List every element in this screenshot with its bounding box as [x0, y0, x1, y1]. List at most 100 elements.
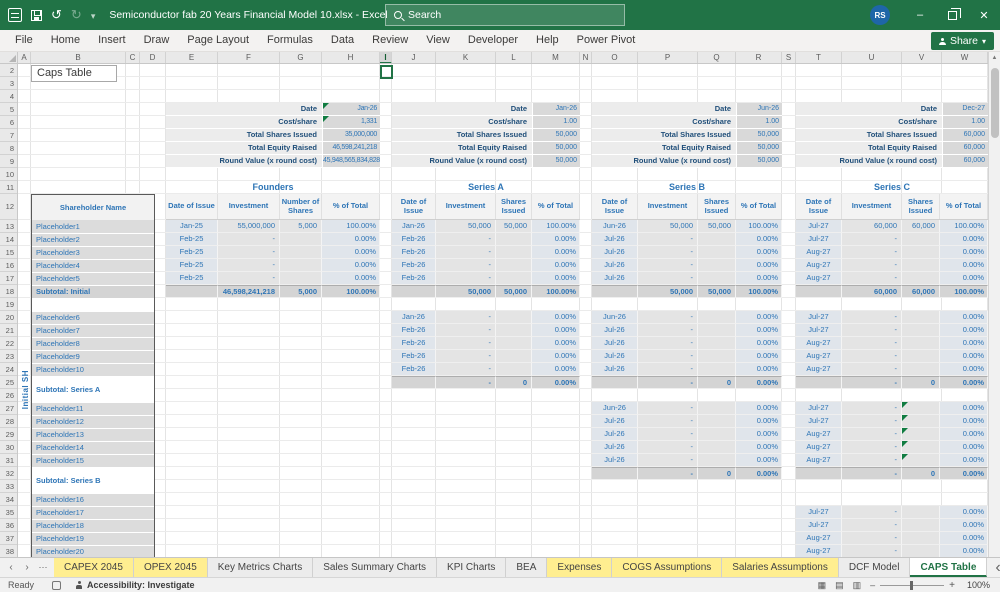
cell[interactable]: [698, 441, 736, 454]
cell[interactable]: 100.00%: [940, 220, 988, 233]
sheet-tab-key-metrics-charts[interactable]: Key Metrics Charts: [207, 558, 314, 577]
cell[interactable]: [280, 246, 322, 259]
cell[interactable]: [496, 324, 532, 337]
redo-icon[interactable]: [71, 6, 82, 24]
cell[interactable]: 0.00%: [532, 259, 580, 272]
cell[interactable]: [902, 311, 940, 324]
cell[interactable]: Placeholder20: [32, 546, 154, 557]
row-header-18[interactable]: 18: [0, 285, 17, 298]
cell[interactable]: [698, 350, 736, 363]
cell[interactable]: [592, 376, 638, 389]
sheet-tab-bea[interactable]: BEA: [506, 558, 548, 577]
column-header-R[interactable]: R: [736, 52, 782, 63]
cell[interactable]: -: [218, 272, 280, 285]
normal-view-icon[interactable]: [818, 580, 827, 591]
row-header-16[interactable]: 16: [0, 259, 17, 272]
cell[interactable]: 0: [698, 376, 736, 389]
row-header-15[interactable]: 15: [0, 246, 17, 259]
cell[interactable]: [698, 233, 736, 246]
cell[interactable]: 0.00%: [532, 337, 580, 350]
cell[interactable]: 100.00%: [736, 285, 782, 298]
vertical-scrollbar[interactable]: ▲: [988, 52, 1000, 557]
cell[interactable]: 0.00%: [322, 233, 380, 246]
cell[interactable]: 0.00%: [532, 233, 580, 246]
cell[interactable]: 0.00%: [532, 363, 580, 376]
cell[interactable]: 0.00%: [532, 311, 580, 324]
cell[interactable]: 100.00%: [736, 220, 782, 233]
cell[interactable]: 0.00%: [532, 350, 580, 363]
cell[interactable]: 100.00%: [322, 285, 380, 298]
cell[interactable]: Placeholder12: [32, 416, 154, 429]
cell[interactable]: Placeholder13: [32, 429, 154, 442]
column-header-U[interactable]: U: [842, 52, 902, 63]
zoom-in-icon[interactable]: [949, 580, 955, 591]
cell[interactable]: 50,000: [698, 285, 736, 298]
sheet-tab-dcf-model[interactable]: DCF Model: [838, 558, 911, 577]
column-header-Q[interactable]: Q: [698, 52, 736, 63]
cell[interactable]: 0.00%: [940, 311, 988, 324]
cell[interactable]: Feb-26: [392, 350, 436, 363]
cell[interactable]: 55,000,000: [218, 220, 280, 233]
column-header-K[interactable]: K: [436, 52, 496, 63]
cell[interactable]: 0.00%: [940, 246, 988, 259]
scroll-up-icon[interactable]: ▲: [989, 52, 1000, 64]
row-header-26[interactable]: 26: [0, 389, 17, 402]
cell[interactable]: Aug-27: [796, 441, 842, 454]
cell[interactable]: 100.00%: [940, 285, 988, 298]
cell[interactable]: 5,000: [280, 220, 322, 233]
cell[interactable]: Total Equity Raised: [592, 142, 736, 154]
cell[interactable]: 60,000: [902, 285, 940, 298]
cell[interactable]: Jan-26: [532, 103, 580, 115]
cell[interactable]: Aug-27: [796, 363, 842, 376]
column-header-cell[interactable]: % of Total: [736, 194, 782, 219]
cell[interactable]: 0.00%: [940, 506, 988, 519]
row-header-36[interactable]: 36: [0, 519, 17, 532]
row-header-19[interactable]: 19: [0, 298, 17, 311]
cell[interactable]: 0.00%: [532, 376, 580, 389]
cell[interactable]: Feb-25: [166, 233, 218, 246]
cell[interactable]: Total Equity Raised: [392, 142, 532, 154]
cell[interactable]: -: [842, 337, 902, 350]
column-header-cell[interactable]: % of Total: [940, 194, 988, 219]
cell[interactable]: -: [842, 350, 902, 363]
cell[interactable]: -: [638, 272, 698, 285]
cell[interactable]: -: [638, 233, 698, 246]
cell[interactable]: 0.00%: [532, 246, 580, 259]
cell[interactable]: Jan-26: [392, 311, 436, 324]
cell[interactable]: 100.00%: [322, 220, 380, 233]
cell[interactable]: [902, 454, 940, 467]
save-icon[interactable]: [31, 9, 42, 21]
cell[interactable]: Jul-27: [796, 519, 842, 532]
cell[interactable]: -: [638, 337, 698, 350]
cell[interactable]: -: [842, 454, 902, 467]
row-header-33[interactable]: 33: [0, 480, 17, 493]
row-header-11[interactable]: 11: [0, 181, 17, 194]
cell[interactable]: 0.00%: [736, 259, 782, 272]
column-header-cell[interactable]: Investment: [638, 194, 698, 219]
cell[interactable]: 0.00%: [736, 376, 782, 389]
row-header-6[interactable]: 6: [0, 116, 17, 129]
cell[interactable]: 60,000: [942, 129, 988, 141]
cell[interactable]: Jul-26: [592, 272, 638, 285]
column-header-cell[interactable]: Date of Issue: [796, 194, 842, 219]
cell[interactable]: [796, 285, 842, 298]
cell[interactable]: 50,000: [436, 285, 496, 298]
row-header-34[interactable]: 34: [0, 493, 17, 506]
row-header-8[interactable]: 8: [0, 142, 17, 155]
cell[interactable]: -: [842, 506, 902, 519]
cell[interactable]: 0.00%: [736, 363, 782, 376]
sheet-tab-salaries-assumptions[interactable]: Salaries Assumptions: [722, 558, 839, 577]
column-header-cell[interactable]: Number of Shares: [280, 194, 322, 219]
row-header-25[interactable]: 25: [0, 376, 17, 389]
cell[interactable]: 0.00%: [736, 350, 782, 363]
cell[interactable]: Feb-25: [166, 259, 218, 272]
cell[interactable]: Jul-26: [592, 415, 638, 428]
row-header-10[interactable]: 10: [0, 168, 17, 181]
cell[interactable]: Date: [166, 103, 322, 115]
cell[interactable]: -: [638, 363, 698, 376]
cell[interactable]: -: [218, 233, 280, 246]
row-header-2[interactable]: 2: [0, 64, 17, 77]
cell[interactable]: [698, 324, 736, 337]
sheet-tab-sales-summary-charts[interactable]: Sales Summary Charts: [313, 558, 438, 577]
cell[interactable]: [496, 259, 532, 272]
